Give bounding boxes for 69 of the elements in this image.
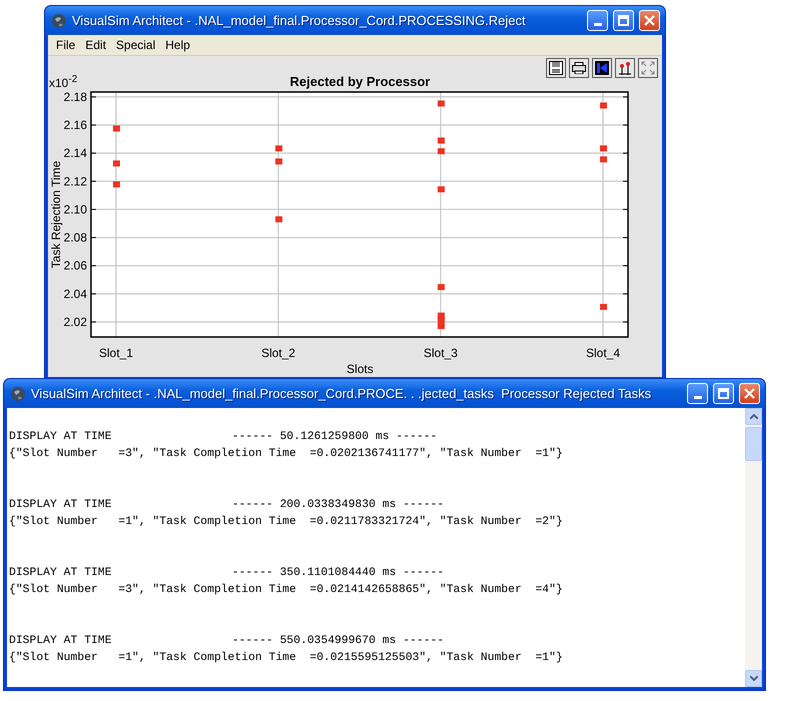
log-time: ------ 50.1261259800 ms ------	[232, 430, 438, 442]
fill-button[interactable]	[638, 58, 658, 78]
reset-button[interactable]	[592, 58, 612, 78]
log-record: {"Slot Number =1", "Task Completion Time =0.0211783321724", "Task Number =2"}	[9, 516, 564, 528]
menu-item[interactable]: Edit	[80, 38, 112, 52]
maximize-button[interactable]	[613, 10, 634, 31]
x-tick-label: Slot_4	[586, 346, 620, 360]
data-points-icon	[618, 61, 632, 75]
log-record: {"Slot Number =3", "Task Completion Time =0.0214142658865", "Task Number =4"}	[9, 584, 564, 596]
close-icon	[744, 388, 755, 399]
x-tick-label: Slot_2	[261, 346, 296, 360]
y-tick-label: 2.16	[64, 118, 87, 132]
log-time: ------ 200.0338349830 ms ------	[232, 498, 445, 510]
menu-item[interactable]: Help	[160, 38, 196, 52]
scrollbar[interactable]	[745, 408, 762, 687]
minimize-button[interactable]	[687, 383, 708, 404]
data-point	[438, 138, 445, 144]
maximize-icon	[618, 15, 629, 26]
expand-icon	[641, 61, 655, 75]
data-point	[438, 284, 445, 290]
print-button[interactable]	[569, 58, 589, 78]
globe-icon	[51, 12, 67, 28]
close-button[interactable]	[739, 383, 760, 404]
scale-label: x10$^{-2}$	[49, 74, 78, 90]
y-tick-label: 2.10	[64, 202, 87, 216]
y-tick-label: 2.08	[64, 230, 87, 245]
y-tick-label: 2.12	[64, 174, 87, 188]
y-tick-label: 2.02	[64, 314, 87, 329]
data-point	[600, 102, 607, 108]
x-tick-label: Slot_3	[424, 346, 458, 360]
maximize-icon	[718, 388, 729, 399]
close-button[interactable]	[639, 10, 660, 31]
y-tick-label: 2.14	[64, 146, 87, 160]
y-tick-label: 2.18	[64, 90, 87, 104]
log-header: DISPLAY AT TIME	[9, 566, 113, 578]
scroll-thumb[interactable]	[745, 427, 762, 461]
skip-back-icon	[595, 61, 609, 75]
menu-item[interactable]: File	[51, 38, 80, 52]
log-header: DISPLAY AT TIME	[9, 634, 113, 646]
scroll-down-button[interactable]	[745, 670, 762, 687]
data-point	[438, 148, 445, 154]
close-icon	[644, 15, 655, 26]
x-axis-label: Slots	[346, 362, 374, 376]
log-time: ------ 550.0354999670 ms ------	[232, 634, 445, 646]
printer-icon	[572, 62, 586, 74]
minimize-icon	[594, 23, 602, 26]
maximize-button[interactable]	[713, 383, 734, 404]
save-button[interactable]	[546, 58, 566, 78]
data-point	[438, 100, 445, 107]
y-tick-label: 2.04	[64, 286, 87, 301]
log-time: ------ 350.1101084440 ms ------	[232, 566, 445, 578]
log-record: {"Slot Number =1", "Task Completion Time =0.0215595125503", "Task Number =1"}	[9, 652, 564, 664]
minimize-button[interactable]	[587, 10, 608, 31]
scroll-up-button[interactable]	[745, 408, 762, 425]
y-tick-label: 2.06	[64, 258, 87, 273]
window-title: VisualSim Architect - .NAL_model_final.Processor_Cord.PROCESSING.Reject	[72, 13, 526, 28]
y-axis-label: Task Rejection Time	[49, 160, 63, 268]
chart-title: Rejected by Processor	[290, 74, 430, 89]
log-header: DISPLAY AT TIME	[9, 430, 113, 442]
window-title: VisualSim Architect - .NAL_model_final.Processor_Cord.PROCE. . .jected_tasks Processor Rejected Tasks	[31, 386, 652, 401]
log-header: DISPLAY AT TIME	[9, 498, 113, 510]
menu-item[interactable]: Special	[111, 38, 160, 52]
points-button[interactable]	[615, 58, 635, 78]
data-point	[113, 126, 120, 132]
globe-icon	[10, 386, 26, 402]
log-record: {"Slot Number =3", "Task Completion Time =0.0202136741177", "Task Number =1"}	[9, 448, 564, 460]
minimize-icon	[694, 396, 702, 399]
floppy-icon	[549, 61, 563, 75]
x-tick-label: Slot_1	[98, 346, 134, 360]
